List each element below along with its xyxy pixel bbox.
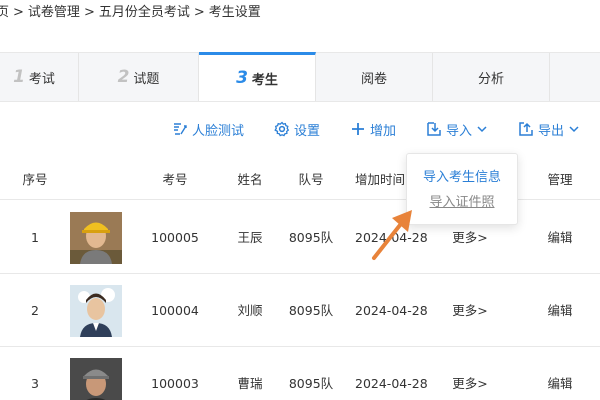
header-team: 队号 [298, 172, 324, 187]
avatar [70, 285, 122, 337]
cell-exam-no: 100004 [151, 303, 199, 318]
cell-team: 8095队 [288, 303, 334, 318]
export-label: 导出 [538, 123, 565, 139]
breadcrumb-separator: > [193, 5, 205, 20]
cell-name: 刘顺 [237, 303, 263, 318]
tab-overflow [550, 53, 600, 101]
cell-added-time: 2024-04-28 [355, 303, 427, 318]
tab-label: 试题 [133, 71, 160, 87]
tab-exam[interactable]: 1 考试 [0, 53, 79, 101]
cell-index: 2 [31, 303, 39, 318]
cell-team: 8095队 [288, 230, 334, 245]
tab-candidates[interactable]: 3 考生 [199, 52, 316, 101]
header-exam-no: 考号 [162, 172, 188, 187]
tab-label: 分析 [477, 71, 504, 87]
face-test-button[interactable]: 人脸测试 [172, 118, 244, 140]
cell-team: 8095队 [288, 376, 334, 391]
avatar [70, 358, 122, 400]
export-icon [519, 122, 533, 136]
table-row: 2 100004 刘顺 8095队 2024-04-28 更多> 编辑 [0, 275, 600, 347]
gear-icon [274, 121, 290, 137]
header-name: 姓名 [237, 172, 263, 187]
edit-link[interactable]: 编辑 [535, 275, 585, 347]
import-label: 导入 [446, 123, 473, 139]
breadcrumb-item-current: 考生设置 [208, 5, 261, 20]
tab-questions[interactable]: 2 试题 [79, 53, 199, 101]
header-manage: 管理 [547, 172, 573, 187]
tab-grading[interactable]: 阅卷 [316, 53, 433, 101]
breadcrumb-item-exam[interactable]: 五月份全员考试 [99, 0, 190, 26]
import-icon [427, 122, 441, 136]
breadcrumb-item-exam-management[interactable]: 试卷管理 [28, 0, 80, 26]
step-tab-bar: 1 考试 2 试题 3 考生 阅卷 分析 [0, 52, 600, 102]
import-candidate-info-item[interactable]: 导入考生信息 [407, 166, 517, 190]
cell-exam-no: 100003 [151, 376, 199, 391]
edit-link[interactable]: 编辑 [535, 202, 585, 274]
breadcrumb: 页 > 试卷管理 > 五月份全员考试 > 考生设置 [0, 0, 600, 34]
tab-label: 考生 [251, 72, 278, 88]
avatar [70, 212, 122, 264]
export-button[interactable]: 导出 [518, 118, 580, 140]
cell-name: 曹瑞 [237, 376, 263, 391]
table-row: 3 100003 曹瑞 8095队 2024-04-28 更多> 编辑 [0, 348, 600, 400]
tab-step-number: 2 [117, 67, 130, 87]
plus-icon [352, 123, 364, 135]
tab-label: 阅卷 [360, 71, 387, 87]
edit-link[interactable]: 编辑 [535, 348, 585, 400]
import-dropdown-menu: 导入考生信息 导入证件照 [406, 153, 518, 225]
annotation-arrow-icon [372, 210, 412, 260]
tab-label: 考试 [28, 71, 55, 87]
breadcrumb-item-home[interactable]: 页 [0, 0, 9, 26]
chevron-down-icon [569, 126, 579, 133]
cell-added-time: 2024-04-28 [355, 376, 427, 391]
add-button[interactable]: 增加 [350, 118, 396, 140]
face-scan-icon [174, 123, 187, 135]
tab-analysis[interactable]: 分析 [433, 53, 550, 101]
cell-name: 王辰 [237, 230, 263, 245]
settings-label: 设置 [294, 123, 321, 139]
cell-index: 1 [31, 230, 39, 245]
breadcrumb-separator: > [13, 5, 24, 20]
add-label: 增加 [370, 123, 397, 139]
import-button[interactable]: 导入 [426, 118, 488, 140]
import-id-photo-item[interactable]: 导入证件照 [407, 191, 517, 215]
cell-exam-no: 100005 [151, 230, 199, 245]
face-test-label: 人脸测试 [192, 123, 245, 139]
chevron-down-icon [477, 126, 487, 133]
breadcrumb-separator: > [83, 5, 95, 20]
settings-button[interactable]: 设置 [274, 118, 320, 140]
more-link[interactable]: 更多> [448, 348, 492, 400]
more-link[interactable]: 更多> [448, 275, 492, 347]
header-index: 序号 [22, 172, 48, 187]
tab-step-number: 3 [236, 68, 248, 88]
cell-index: 3 [31, 376, 39, 391]
tab-step-number: 1 [13, 67, 25, 87]
